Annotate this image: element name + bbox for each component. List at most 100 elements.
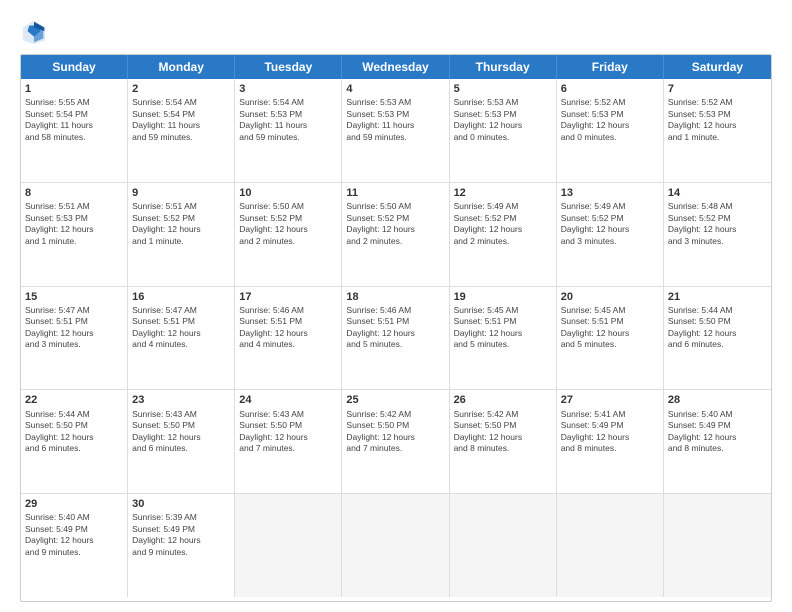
calendar-cell: 9Sunrise: 5:51 AM Sunset: 5:52 PM Daylig…	[128, 183, 235, 286]
calendar-cell: 7Sunrise: 5:52 AM Sunset: 5:53 PM Daylig…	[664, 79, 771, 182]
day-number: 29	[25, 497, 123, 511]
cell-text: Sunrise: 5:46 AM Sunset: 5:51 PM Dayligh…	[239, 305, 337, 351]
day-number: 20	[561, 290, 659, 304]
calendar-cell: 29Sunrise: 5:40 AM Sunset: 5:49 PM Dayli…	[21, 494, 128, 597]
cell-text: Sunrise: 5:42 AM Sunset: 5:50 PM Dayligh…	[454, 409, 552, 455]
calendar-cell	[450, 494, 557, 597]
cell-text: Sunrise: 5:40 AM Sunset: 5:49 PM Dayligh…	[25, 512, 123, 558]
weekday-header: Saturday	[664, 55, 771, 79]
calendar-cell: 8Sunrise: 5:51 AM Sunset: 5:53 PM Daylig…	[21, 183, 128, 286]
day-number: 18	[346, 290, 444, 304]
calendar-cell: 25 Sunrise: 5:42 AM Sunset: 5:50 PM Dayli…	[342, 390, 449, 493]
cell-text: Sunrise: 5:44 AM Sunset: 5:50 PM Dayligh…	[668, 305, 767, 351]
calendar-cell: 14Sunrise: 5:48 AM Sunset: 5:52 PM Dayli…	[664, 183, 771, 286]
cell-text: Sunrise: 5:52 AM Sunset: 5:53 PM Dayligh…	[668, 97, 767, 143]
cell-text: Sunrise: 5:39 AM Sunset: 5:49 PM Dayligh…	[132, 512, 230, 558]
calendar-cell: 3Sunrise: 5:54 AM Sunset: 5:53 PM Daylig…	[235, 79, 342, 182]
calendar-cell: 5Sunrise: 5:53 AM Sunset: 5:53 PM Daylig…	[450, 79, 557, 182]
calendar-header: SundayMondayTuesdayWednesdayThursdayFrid…	[21, 55, 771, 79]
calendar: SundayMondayTuesdayWednesdayThursdayFrid…	[20, 54, 772, 602]
cell-text: Sunrise: 5:49 AM Sunset: 5:52 PM Dayligh…	[454, 201, 552, 247]
cell-text: Sunrise: 5:45 AM Sunset: 5:51 PM Dayligh…	[561, 305, 659, 351]
weekday-header: Monday	[128, 55, 235, 79]
calendar-cell: 4Sunrise: 5:53 AM Sunset: 5:53 PM Daylig…	[342, 79, 449, 182]
calendar-cell: 10Sunrise: 5:50 AM Sunset: 5:52 PM Dayli…	[235, 183, 342, 286]
page: SundayMondayTuesdayWednesdayThursdayFrid…	[0, 0, 792, 612]
cell-text: Sunrise: 5:43 AM Sunset: 5:50 PM Dayligh…	[132, 409, 230, 455]
calendar-cell: 28Sunrise: 5:40 AM Sunset: 5:49 PM Dayli…	[664, 390, 771, 493]
cell-text: Sunrise: 5:55 AM Sunset: 5:54 PM Dayligh…	[25, 97, 123, 143]
weekday-header: Thursday	[450, 55, 557, 79]
cell-text: Sunrise: 5:40 AM Sunset: 5:49 PM Dayligh…	[668, 409, 767, 455]
cell-text: Sunrise: 5:42 AM Sunset: 5:50 PM Dayligh…	[346, 409, 444, 455]
day-number: 11	[346, 186, 444, 200]
day-number: 24	[239, 393, 337, 407]
calendar-cell: 1Sunrise: 5:55 AM Sunset: 5:54 PM Daylig…	[21, 79, 128, 182]
day-number: 27	[561, 393, 659, 407]
cell-text: Sunrise: 5:46 AM Sunset: 5:51 PM Dayligh…	[346, 305, 444, 351]
logo-icon	[20, 18, 48, 46]
cell-text: Sunrise: 5:43 AM Sunset: 5:50 PM Dayligh…	[239, 409, 337, 455]
day-number: 13	[561, 186, 659, 200]
calendar-row: 29Sunrise: 5:40 AM Sunset: 5:49 PM Dayli…	[21, 494, 771, 597]
day-number: 4	[346, 82, 444, 96]
day-number: 3	[239, 82, 337, 96]
day-number: 9	[132, 186, 230, 200]
day-number: 21	[668, 290, 767, 304]
calendar-cell	[235, 494, 342, 597]
day-number: 6	[561, 82, 659, 96]
cell-text: Sunrise: 5:53 AM Sunset: 5:53 PM Dayligh…	[454, 97, 552, 143]
calendar-cell: 2Sunrise: 5:54 AM Sunset: 5:54 PM Daylig…	[128, 79, 235, 182]
cell-text: Sunrise: 5:45 AM Sunset: 5:51 PM Dayligh…	[454, 305, 552, 351]
calendar-row: 22Sunrise: 5:44 AM Sunset: 5:50 PM Dayli…	[21, 390, 771, 494]
day-number: 7	[668, 82, 767, 96]
day-number: 1	[25, 82, 123, 96]
calendar-row: 8Sunrise: 5:51 AM Sunset: 5:53 PM Daylig…	[21, 183, 771, 287]
day-number: 22	[25, 393, 123, 407]
cell-text: Sunrise: 5:48 AM Sunset: 5:52 PM Dayligh…	[668, 201, 767, 247]
cell-text: Sunrise: 5:41 AM Sunset: 5:49 PM Dayligh…	[561, 409, 659, 455]
calendar-cell: 15Sunrise: 5:47 AM Sunset: 5:51 PM Dayli…	[21, 287, 128, 390]
calendar-cell	[664, 494, 771, 597]
day-number: 10	[239, 186, 337, 200]
calendar-cell: 21Sunrise: 5:44 AM Sunset: 5:50 PM Dayli…	[664, 287, 771, 390]
header	[20, 18, 772, 46]
calendar-cell: 6Sunrise: 5:52 AM Sunset: 5:53 PM Daylig…	[557, 79, 664, 182]
calendar-cell: 30Sunrise: 5:39 AM Sunset: 5:49 PM Dayli…	[128, 494, 235, 597]
cell-text: Sunrise: 5:50 AM Sunset: 5:52 PM Dayligh…	[346, 201, 444, 247]
cell-text: Sunrise: 5:51 AM Sunset: 5:52 PM Dayligh…	[132, 201, 230, 247]
cell-text: Sunrise: 5:47 AM Sunset: 5:51 PM Dayligh…	[132, 305, 230, 351]
calendar-cell: 23 Sunrise: 5:43 AM Sunset: 5:50 PM Dayli…	[128, 390, 235, 493]
calendar-row: 1Sunrise: 5:55 AM Sunset: 5:54 PM Daylig…	[21, 79, 771, 183]
calendar-cell: 12Sunrise: 5:49 AM Sunset: 5:52 PM Dayli…	[450, 183, 557, 286]
weekday-header: Wednesday	[342, 55, 449, 79]
day-number: 2	[132, 82, 230, 96]
calendar-cell: 17Sunrise: 5:46 AM Sunset: 5:51 PM Dayli…	[235, 287, 342, 390]
day-number: 5	[454, 82, 552, 96]
day-number: 23	[132, 393, 230, 407]
weekday-header: Friday	[557, 55, 664, 79]
calendar-cell: 22Sunrise: 5:44 AM Sunset: 5:50 PM Dayli…	[21, 390, 128, 493]
calendar-cell: 11Sunrise: 5:50 AM Sunset: 5:52 PM Dayli…	[342, 183, 449, 286]
calendar-row: 15 Sunrise: 5:47 AM Sunset: 5:51 PM Dayli…	[21, 287, 771, 391]
cell-text: Sunrise: 5:54 AM Sunset: 5:54 PM Dayligh…	[132, 97, 230, 143]
cell-text: Sunrise: 5:49 AM Sunset: 5:52 PM Dayligh…	[561, 201, 659, 247]
cell-text: Sunrise: 5:52 AM Sunset: 5:53 PM Dayligh…	[561, 97, 659, 143]
calendar-cell	[557, 494, 664, 597]
calendar-body: 1Sunrise: 5:55 AM Sunset: 5:54 PM Daylig…	[21, 79, 771, 597]
calendar-cell: 24 Sunrise: 5:43 AM Sunset: 5:50 PM Dayli…	[235, 390, 342, 493]
day-number: 26	[454, 393, 552, 407]
calendar-cell: 18Sunrise: 5:46 AM Sunset: 5:51 PM Dayli…	[342, 287, 449, 390]
weekday-header: Sunday	[21, 55, 128, 79]
calendar-cell: 20Sunrise: 5:45 AM Sunset: 5:51 PM Dayli…	[557, 287, 664, 390]
cell-text: Sunrise: 5:54 AM Sunset: 5:53 PM Dayligh…	[239, 97, 337, 143]
cell-text: Sunrise: 5:51 AM Sunset: 5:53 PM Dayligh…	[25, 201, 123, 247]
weekday-header: Tuesday	[235, 55, 342, 79]
day-number: 25	[346, 393, 444, 407]
day-number: 15	[25, 290, 123, 304]
day-number: 14	[668, 186, 767, 200]
logo	[20, 18, 50, 46]
calendar-cell: 13Sunrise: 5:49 AM Sunset: 5:52 PM Dayli…	[557, 183, 664, 286]
cell-text: Sunrise: 5:53 AM Sunset: 5:53 PM Dayligh…	[346, 97, 444, 143]
day-number: 16	[132, 290, 230, 304]
